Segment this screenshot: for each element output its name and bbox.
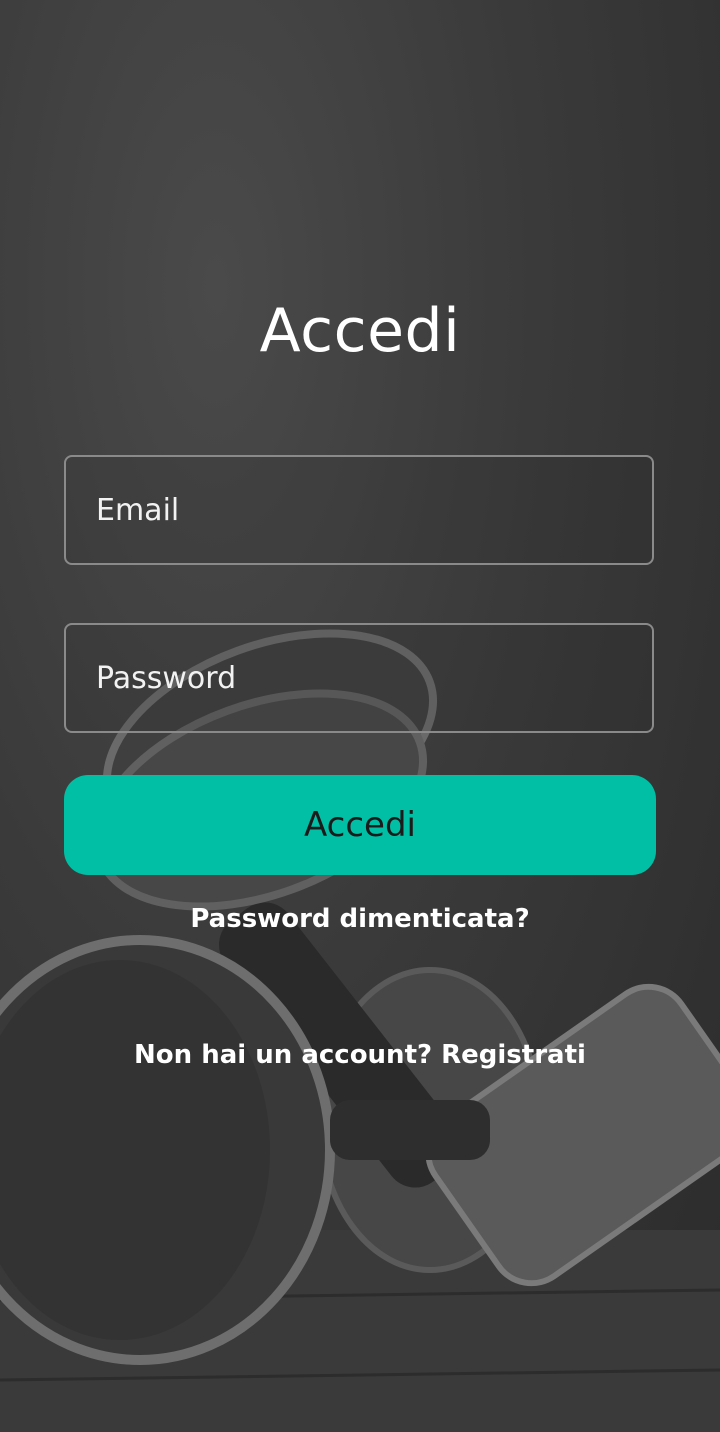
login-button[interactable]: Accedi bbox=[64, 775, 656, 875]
password-field[interactable] bbox=[64, 623, 654, 733]
forgot-password-link[interactable]: Password dimenticata? bbox=[0, 904, 720, 934]
page-title: Accedi bbox=[259, 296, 461, 366]
signup-link[interactable]: Non hai un account? Registrati bbox=[0, 1040, 720, 1070]
email-field[interactable] bbox=[64, 455, 654, 565]
email-input[interactable] bbox=[66, 457, 652, 563]
password-input[interactable] bbox=[66, 625, 652, 731]
